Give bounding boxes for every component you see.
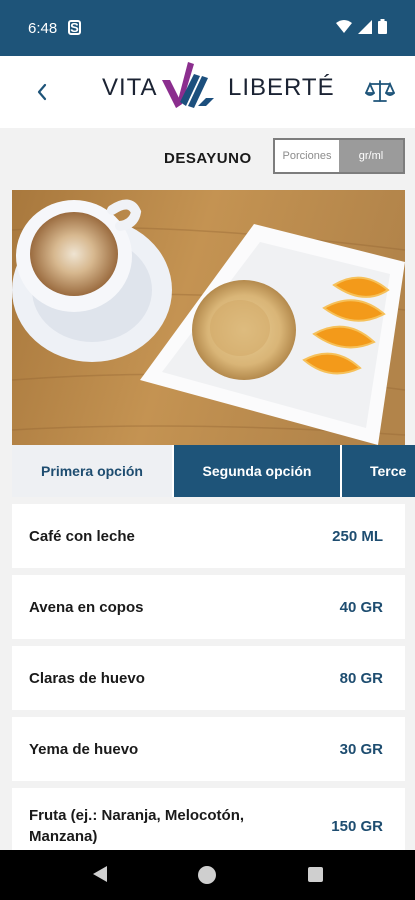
balance-scale-icon bbox=[364, 80, 396, 102]
status-time: 6:48 bbox=[28, 20, 58, 37]
unit-option-porciones[interactable]: Porciones bbox=[275, 140, 339, 172]
battery-icon bbox=[378, 19, 387, 34]
status-icons bbox=[336, 19, 387, 34]
food-list: Café con leche 250 ML Avena en copos 40 … bbox=[12, 504, 405, 850]
food-quantity: 80 GR bbox=[339, 669, 383, 687]
system-nav-bar bbox=[0, 850, 415, 900]
list-item[interactable]: Café con leche 250 ML bbox=[12, 504, 405, 568]
food-name: Claras de huevo bbox=[29, 669, 145, 687]
food-name: Yema de huevo bbox=[29, 740, 139, 758]
tab-tercera-opcion[interactable]: Terce bbox=[340, 445, 415, 497]
triangle-back-icon[interactable] bbox=[92, 865, 108, 883]
logo-text-liberte: LIBERTÉ bbox=[228, 74, 335, 101]
logo-mark-icon bbox=[162, 62, 214, 108]
food-quantity: 150 GR bbox=[331, 817, 383, 835]
list-item[interactable]: Avena en copos 40 GR bbox=[12, 575, 405, 639]
chevron-left-icon bbox=[37, 83, 47, 101]
status-bar: 6:48 S bbox=[0, 0, 415, 56]
status-s-icon: S bbox=[68, 20, 81, 35]
unit-toggle[interactable]: Porciones gr/ml bbox=[273, 138, 405, 174]
wifi-icon bbox=[336, 19, 352, 33]
logo-text-vita: VITA bbox=[102, 74, 158, 101]
food-name: Avena en copos bbox=[29, 598, 144, 616]
app-logo: VITA LIBERTÉ bbox=[100, 62, 334, 118]
food-quantity: 30 GR bbox=[339, 740, 383, 758]
meal-bar: DESAYUNO Porciones gr/ml bbox=[0, 128, 415, 190]
option-tabs: Primera opción Segunda opción Terce bbox=[12, 445, 415, 497]
tab-segunda-opcion[interactable]: Segunda opción bbox=[172, 445, 340, 497]
square-recents-icon[interactable] bbox=[308, 867, 323, 882]
list-item[interactable]: Yema de huevo 30 GR bbox=[12, 717, 405, 781]
unit-option-grml[interactable]: gr/ml bbox=[339, 140, 403, 172]
food-quantity: 250 ML bbox=[332, 527, 383, 545]
back-button[interactable] bbox=[28, 78, 56, 106]
food-name: Café con leche bbox=[29, 527, 135, 545]
list-item[interactable]: Claras de huevo 80 GR bbox=[12, 646, 405, 710]
signal-icon bbox=[358, 19, 372, 34]
app-header: VITA LIBERTÉ bbox=[0, 56, 415, 128]
meal-title: DESAYUNO bbox=[164, 150, 252, 167]
breakfast-photo-icon bbox=[12, 190, 405, 445]
tab-primera-opcion[interactable]: Primera opción bbox=[12, 445, 172, 497]
food-name: Fruta (ej.: Naranja, Melocotón, Manzana) bbox=[29, 807, 245, 845]
scale-button[interactable] bbox=[364, 76, 396, 106]
list-item[interactable]: Fruta (ej.: Naranja, Melocotón, Manzana)… bbox=[12, 788, 405, 850]
meal-photo bbox=[12, 190, 405, 445]
food-quantity: 40 GR bbox=[339, 598, 383, 616]
circle-home-icon[interactable] bbox=[198, 866, 216, 884]
